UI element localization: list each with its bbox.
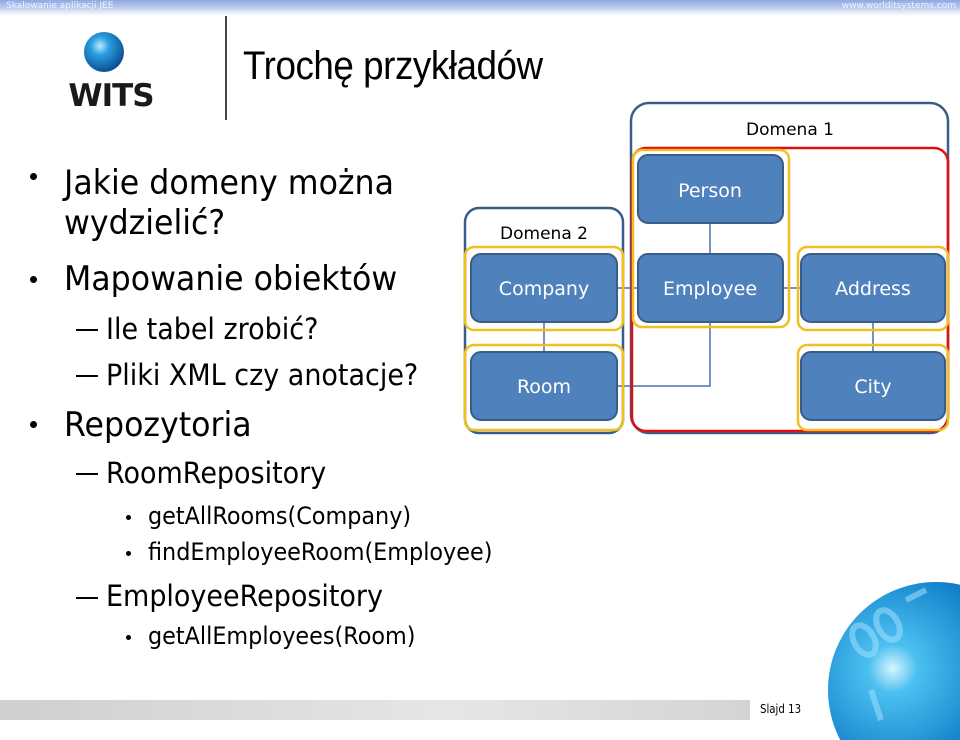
entity-employee-label: Employee xyxy=(663,278,757,300)
entity-city-label: City xyxy=(854,376,891,398)
globe-icon xyxy=(828,582,960,740)
slide-number: Slajd 13 xyxy=(760,702,802,716)
domain2-label: Domena 2 xyxy=(500,224,588,244)
entity-room-label: Room xyxy=(517,376,571,398)
footer-bar xyxy=(0,700,750,720)
domain1-label: Domena 1 xyxy=(746,120,834,140)
entity-address-label: Address xyxy=(835,278,911,300)
entity-company-label: Company xyxy=(499,278,589,300)
domain-diagram: Domena 1 Domena 2 Person Employee Addres… xyxy=(463,101,950,435)
entity-person-label: Person xyxy=(678,180,742,202)
